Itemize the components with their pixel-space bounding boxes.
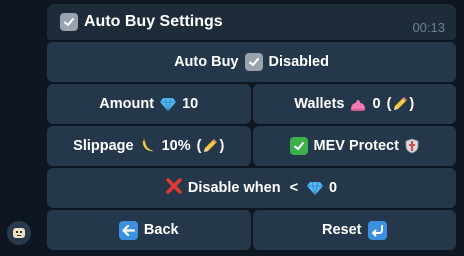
auto-buy-label: Auto Buy [174,54,239,70]
slippage-button[interactable]: Slippage 10% ( ) [47,126,251,166]
red-cross-icon [166,178,182,198]
slippage-label: Slippage [73,138,134,154]
mev-protect-button[interactable]: MEV Protect [252,126,456,166]
amount-value: 10 [182,96,199,112]
wallets-paren-close: ) [409,96,415,112]
message-title-row: Auto Buy Settings [60,13,223,31]
keyboard-row: Back Reset [47,210,456,250]
message-title: Auto Buy Settings [84,13,223,30]
back-label: Back [143,222,179,238]
shield-icon [405,138,419,154]
slippage-value: 10% [161,138,191,154]
disable-when-operator: < [289,180,299,196]
wallets-button[interactable]: Wallets 0 ( ) [252,84,456,124]
pencil-icon [392,96,408,112]
bot-message: Auto Buy Settings 00:13 [47,4,456,40]
keyboard-row: Auto Buy Disabled [47,42,456,82]
chat-view: Auto Buy Settings 00:13 Auto Buy Disable… [0,0,464,256]
inline-keyboard: Auto Buy Disabled Amount 10 Wallets 0 (… [47,42,456,250]
amount-button[interactable]: Amount 10 [47,84,251,124]
amount-label: Amount [99,96,155,112]
disable-when-button[interactable]: Disable when < 0 [47,168,456,208]
wallets-paren-open: ( [386,96,392,112]
keyboard-row: Amount 10 Wallets 0 ( ) [47,84,456,124]
bot-avatar-icon [13,228,25,238]
message-time: 00:13 [412,20,445,35]
back-button[interactable]: Back [47,210,251,250]
keyboard-row: Disable when < 0 [47,168,456,208]
keyboard-row: Slippage 10% ( ) MEV Protect [47,126,456,166]
slippage-paren-open: ( [196,138,202,154]
checkbox-icon [60,13,78,31]
checkbox-icon [244,53,263,71]
mev-protect-label: MEV Protect [313,138,399,154]
disable-when-label: Disable when [187,180,281,196]
auto-buy-status: Disabled [268,54,329,70]
auto-buy-toggle-button[interactable]: Auto Buy Disabled [47,42,456,82]
disable-when-value: 0 [329,180,338,196]
reset-button[interactable]: Reset [252,210,456,250]
bot-avatar[interactable] [7,221,31,245]
wallets-value: 0 [372,96,381,112]
slippage-paren-close: ) [219,138,225,154]
wallets-label: Wallets [294,96,345,112]
green-check-icon [289,137,308,155]
left-arrow-icon [118,220,138,240]
diamond-icon [160,97,177,111]
reset-label: Reset [322,222,362,238]
banana-icon [140,138,156,154]
pink-blob-icon [350,97,366,111]
pencil-icon [202,138,218,154]
diamond-icon [307,181,324,195]
return-arrow-icon [367,220,387,240]
